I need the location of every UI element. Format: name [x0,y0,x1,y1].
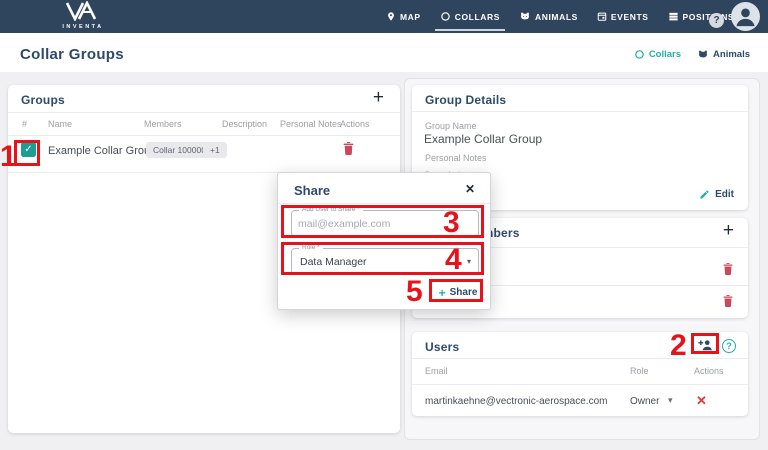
collar-icon [440,11,451,22]
col-header-actions: Actions [340,119,370,129]
group-name-value: Example Collar Group [424,132,542,146]
top-navbar: INVENTA MAP COLLARS ANIMALS [0,0,768,33]
nav-label: EVENTS [611,12,649,22]
chevron-down-icon[interactable]: ▾ [668,395,673,406]
remove-member-button[interactable] [722,294,734,313]
toggle-label: Collars [649,49,681,60]
nav-item-animals[interactable]: ANIMALS [519,0,578,33]
view-toggle: Collars Animals [634,49,750,60]
delete-group-button[interactable] [342,141,355,156]
col-header-number: # [22,119,27,129]
col-header-email: Email [425,366,448,376]
user-role-select[interactable]: Owner [630,396,659,407]
divider [412,358,748,359]
toggle-label: Animals [713,49,750,60]
group-name[interactable]: Example Collar Group [48,145,156,157]
nav-item-events[interactable]: EVENTS [597,0,649,33]
col-header-description: Description [222,119,267,129]
toggle-collars[interactable]: Collars [634,49,681,60]
brand-name: INVENTA [28,24,138,30]
help-button[interactable]: ? [709,13,724,28]
annotation-step-5: 5 [406,277,423,307]
collar-icon [634,49,645,60]
annotation-box-1 [14,140,40,166]
users-help-icon[interactable]: ? [722,339,736,353]
close-icon[interactable]: ✕ [465,182,475,196]
annotation-step-2: 2 [670,331,687,361]
nav-label: COLLARS [455,12,500,22]
pencil-icon [699,189,710,200]
divider [412,111,748,112]
col-header-members: Members [144,119,182,129]
nav-label: MAP [400,12,421,22]
group-name-label: Group Name [425,121,477,131]
col-header-actions: Actions [694,366,724,376]
animal-icon [697,49,709,60]
annotation-box-2 [691,333,719,354]
user-avatar[interactable] [731,2,760,31]
share-dialog-title: Share [294,183,330,198]
main-navigation: MAP COLLARS ANIMALS EVENTS [386,0,734,33]
add-group-button[interactable]: + [373,88,384,108]
page-title: Collar Groups [20,46,124,63]
annotation-step-1: 1 [0,142,17,172]
annotation-box-5 [429,279,483,302]
calendar-icon [597,11,607,22]
nav-label: ANIMALS [535,12,578,22]
divider [278,203,490,204]
col-header-name: Name [48,119,72,129]
edit-group-button[interactable]: Edit [699,189,734,200]
edit-label: Edit [715,189,734,200]
inventa-logo[interactable]: INVENTA [28,1,138,30]
add-member-button[interactable]: + [723,221,734,241]
users-panel-title: Users [425,340,459,354]
nav-item-map[interactable]: MAP [386,0,421,33]
remove-user-button[interactable]: ✕ [696,393,707,409]
trash-icon [342,141,355,156]
divider [412,384,748,385]
page-header: Collar Groups Collars Animals [0,33,768,72]
toggle-animals[interactable]: Animals [697,49,750,60]
collar-groups-page: INVENTA MAP COLLARS ANIMALS [0,0,768,450]
groups-panel-title: Groups [21,93,65,107]
divider [8,112,400,113]
divider [8,135,400,136]
group-details-title: Group Details [425,93,506,107]
nav-item-positions[interactable]: POSITIONS [668,0,735,33]
annotation-step-3: 3 [443,208,460,238]
col-header-personal-notes: Personal Notes [280,119,342,129]
personal-notes-label: Personal Notes [425,153,487,163]
trash-icon [722,294,734,308]
person-icon [731,2,760,31]
trash-icon [722,262,734,276]
remove-member-button[interactable] [722,262,734,281]
map-pin-icon [386,11,396,22]
user-email: martinkaehne@vectronic-aerospace.com [425,396,607,407]
va-monogram-icon [64,1,102,21]
animal-icon [519,11,531,22]
member-count-chip[interactable]: +1 [203,142,227,158]
positions-icon [668,11,679,22]
nav-item-collars[interactable]: COLLARS [440,0,500,33]
annotation-step-4: 4 [445,245,462,275]
col-header-role: Role [630,366,649,376]
